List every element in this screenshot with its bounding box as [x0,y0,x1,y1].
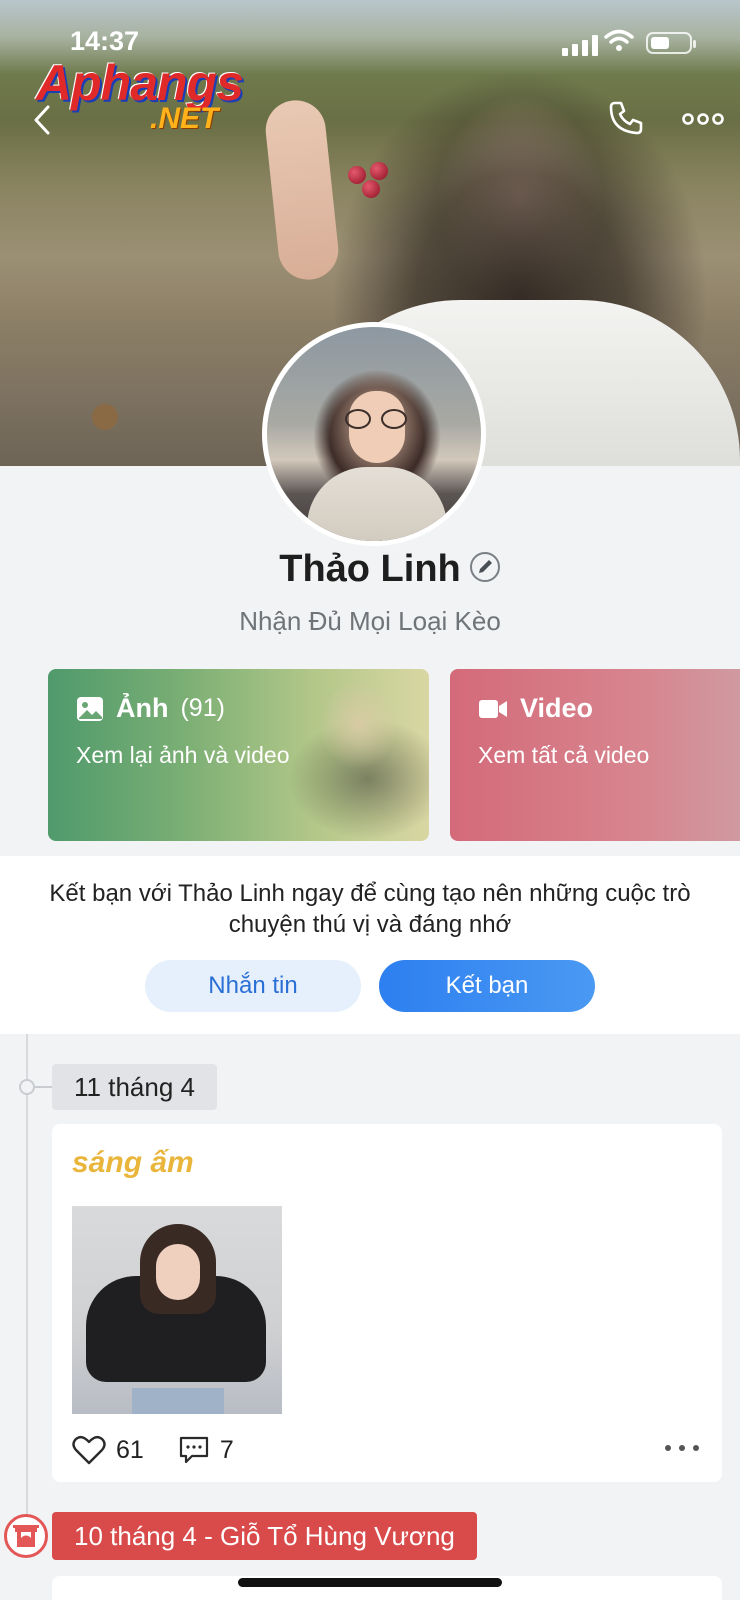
chevron-left-icon [34,105,50,135]
pencil-icon [479,560,492,573]
ellipsis-icon [682,113,724,125]
comment-icon [179,1436,208,1464]
watermark-logo: Aphangs .NET [36,55,244,135]
video-camera-icon [479,699,507,718]
status-time: 14:37 [70,26,140,56]
comment-count: 7 [219,1435,234,1464]
holiday-date-label: 10 tháng 4 - Giỗ Tổ Hùng Vương [52,1512,477,1560]
add-friend-button[interactable]: Kết bạn [379,960,595,1012]
home-indicator[interactable] [238,1578,502,1587]
profile-bio: Nhận Đủ Mọi Loại Kèo [239,606,501,636]
back-button[interactable] [24,100,64,140]
photos-subtitle: Xem lại ảnh và video [76,742,290,768]
videos-card[interactable]: Video Xem tất cả video [450,669,740,841]
ellipsis-icon [665,1445,699,1451]
profile-name: Thảo Linh [279,548,461,590]
post-image[interactable] [72,1206,282,1414]
holiday-icon [4,1514,48,1558]
photos-card[interactable]: Ảnh (91) Xem lại ảnh và video [48,669,429,841]
videos-label: Video [520,693,594,723]
image-icon [77,696,103,721]
call-button[interactable] [606,98,646,138]
like-button[interactable]: 61 [72,1435,144,1465]
battery-icon [646,32,696,54]
more-button[interactable] [680,104,726,134]
videos-subtitle: Xem tất cả video [478,742,650,768]
photos-count: (91) [180,694,225,722]
edit-name-icon[interactable] [470,552,500,582]
date-label: 11 tháng 4 [52,1064,217,1110]
message-button[interactable]: Nhắn tin [145,960,361,1012]
profile-name-row: Thảo Linh [0,548,740,600]
photos-label: Ảnh [116,693,169,723]
signal-icon [562,34,598,56]
post-actions: 61 7 [72,1430,702,1470]
friend-invite-text: Kết bạn với Thảo Linh ngay để cùng tạo n… [49,880,691,938]
phone-icon [609,101,643,135]
heart-icon [72,1435,106,1465]
timeline-dot [19,1079,35,1095]
comment-button[interactable]: 7 [178,1435,234,1465]
post-card[interactable]: sáng ấm 61 7 [52,1124,722,1482]
avatar[interactable] [262,322,486,546]
temple-gate-icon [13,1525,39,1547]
post-more-button[interactable] [662,1438,702,1458]
wifi-icon [604,29,634,51]
friend-request-section: Kết bạn với Thảo Linh ngay để cùng tạo n… [0,856,740,1034]
like-count: 61 [116,1435,144,1464]
timeline-line [26,1034,28,1514]
post-title: sáng ấm [72,1146,194,1179]
